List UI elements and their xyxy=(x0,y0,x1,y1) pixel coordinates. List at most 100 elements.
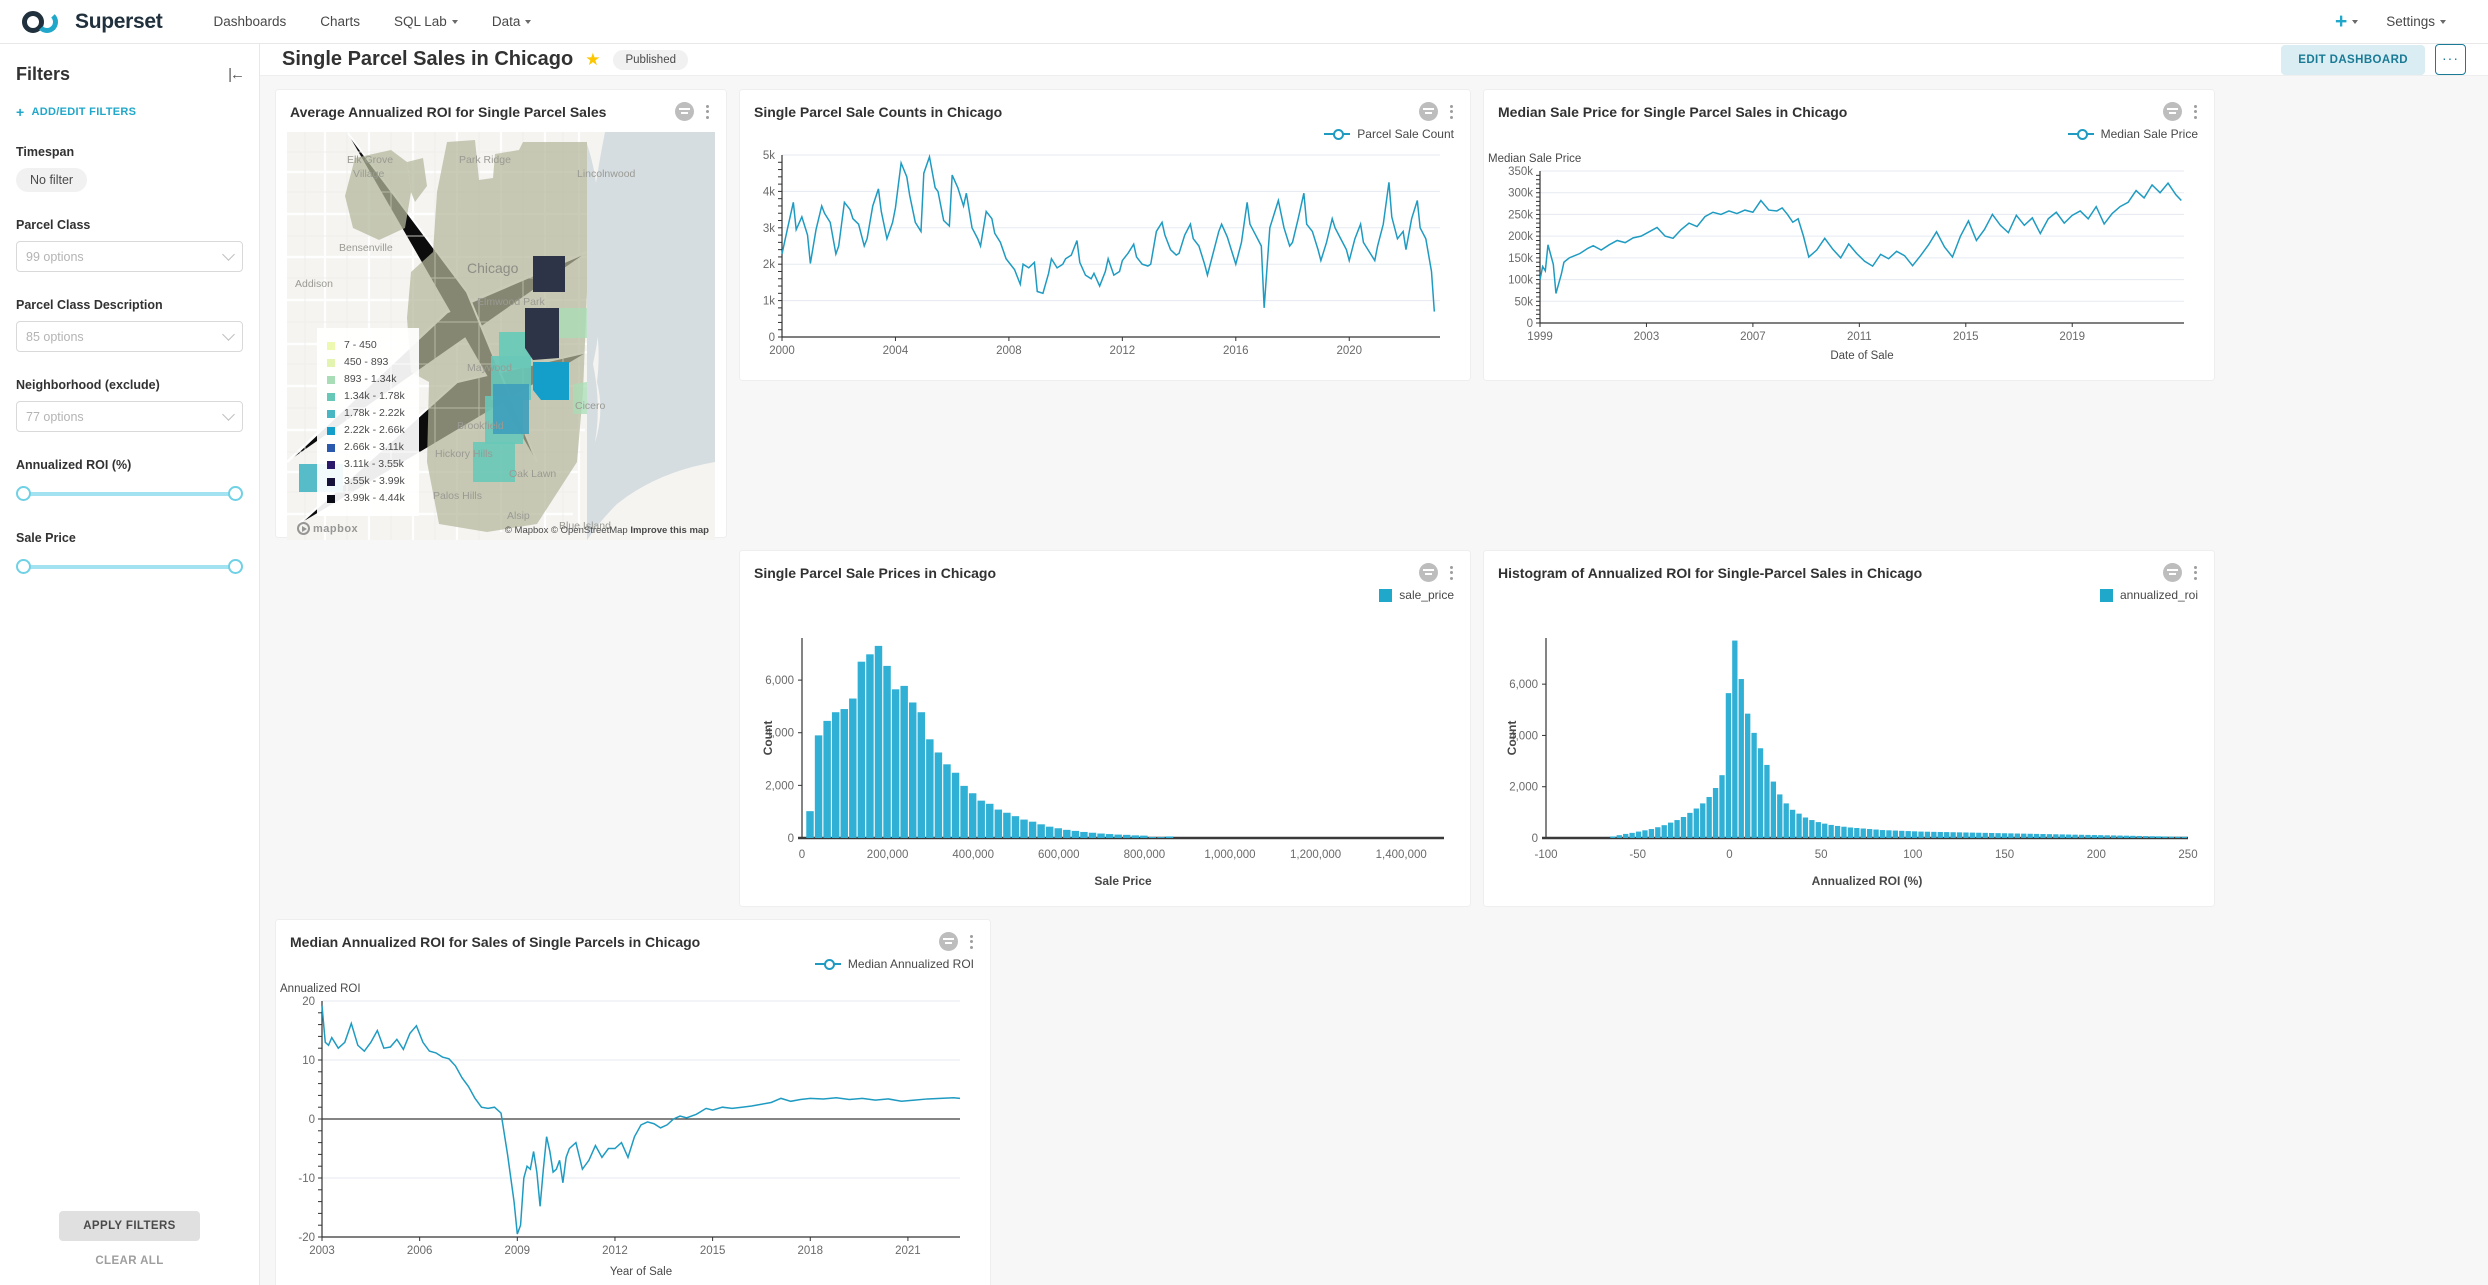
histogram-bar[interactable] xyxy=(2117,836,2122,838)
histogram-bar[interactable] xyxy=(883,666,890,838)
histogram-bar[interactable] xyxy=(900,686,907,838)
new-item-button[interactable]: + xyxy=(2331,11,2362,32)
histogram-bar[interactable] xyxy=(1668,823,1673,838)
histogram-bar[interactable] xyxy=(823,721,830,838)
histogram-bar[interactable] xyxy=(1931,832,1936,838)
sale-price-slider[interactable] xyxy=(16,554,243,578)
histogram-bar[interactable] xyxy=(849,699,856,838)
histogram-bar[interactable] xyxy=(1745,714,1750,838)
histogram-bar[interactable] xyxy=(815,735,822,838)
histogram-bar[interactable] xyxy=(952,773,959,838)
histogram-sale-prices[interactable]: 02,0004,0006,0000200,000400,000600,00080… xyxy=(740,602,1458,890)
histogram-bar[interactable] xyxy=(1944,832,1949,838)
histogram-bar[interactable] xyxy=(1072,831,1079,838)
histogram-bar[interactable] xyxy=(1822,824,1827,838)
histogram-bar[interactable] xyxy=(977,801,984,838)
slider-handle-min[interactable] xyxy=(16,486,31,501)
histogram-bar[interactable] xyxy=(1123,835,1130,838)
histogram-bar[interactable] xyxy=(2085,835,2090,838)
histogram-bar[interactable] xyxy=(1726,693,1731,838)
histogram-bar[interactable] xyxy=(1020,820,1027,838)
histogram-bar[interactable] xyxy=(841,709,848,838)
histogram-bar[interactable] xyxy=(1777,794,1782,838)
histogram-bar[interactable] xyxy=(1938,832,1943,838)
histogram-bar[interactable] xyxy=(1848,827,1853,838)
histogram-bar[interactable] xyxy=(1649,829,1654,838)
annualized-roi-slider[interactable] xyxy=(16,481,243,505)
chart-legend[interactable]: annualized_roi xyxy=(1484,582,2214,602)
histogram-bar[interactable] xyxy=(1906,831,1911,838)
histogram-bar[interactable] xyxy=(806,811,813,838)
histogram-bar[interactable] xyxy=(1995,833,2000,838)
histogram-bar[interactable] xyxy=(1055,828,1062,838)
histogram-bar[interactable] xyxy=(832,712,839,838)
histogram-bar[interactable] xyxy=(1114,835,1121,838)
mapbox-logo-icon[interactable]: mapbox xyxy=(297,522,358,535)
slider-handle-max[interactable] xyxy=(228,486,243,501)
histogram-bar[interactable] xyxy=(1003,813,1010,838)
histogram-bar[interactable] xyxy=(1758,748,1763,838)
chart-menu-icon[interactable] xyxy=(2191,564,2200,582)
histogram-bar[interactable] xyxy=(1828,825,1833,838)
histogram-bar[interactable] xyxy=(2060,834,2065,838)
slider-handle-max[interactable] xyxy=(228,559,243,574)
histogram-bar[interactable] xyxy=(1089,833,1096,838)
histogram-bar[interactable] xyxy=(1861,829,1866,838)
histogram-bar[interactable] xyxy=(918,712,925,838)
histogram-bar[interactable] xyxy=(1655,827,1660,838)
histogram-bar[interactable] xyxy=(1809,820,1814,838)
histogram-bar[interactable] xyxy=(1097,834,1104,838)
histogram-bar[interactable] xyxy=(858,662,865,838)
histogram-bar[interactable] xyxy=(866,654,873,838)
histogram-bar[interactable] xyxy=(2015,834,2020,838)
parcel-class-select[interactable]: 99 options xyxy=(16,241,243,272)
histogram-bar[interactable] xyxy=(1037,824,1044,838)
histogram-bar[interactable] xyxy=(1063,830,1070,838)
histogram-bar[interactable] xyxy=(2066,835,2071,838)
nav-item-dashboards[interactable]: Dashboards xyxy=(196,0,303,44)
chart-menu-icon[interactable] xyxy=(967,933,976,951)
histogram-bar[interactable] xyxy=(1012,816,1019,838)
chart-legend[interactable]: sale_price xyxy=(740,582,1470,602)
nav-item-data[interactable]: Data xyxy=(475,0,549,44)
chart-menu-icon[interactable] xyxy=(703,103,712,121)
histogram-bar[interactable] xyxy=(2021,834,2026,838)
histogram-bar[interactable] xyxy=(909,702,916,838)
histogram-bar[interactable] xyxy=(2162,836,2167,838)
improve-map-link[interactable]: Improve this map xyxy=(630,525,709,536)
histogram-bar[interactable] xyxy=(2047,834,2052,838)
histogram-bar[interactable] xyxy=(1912,831,1917,838)
histogram-bar[interactable] xyxy=(1886,830,1891,838)
histogram-bar[interactable] xyxy=(1132,835,1139,838)
more-options-button[interactable]: ··· xyxy=(2435,44,2466,75)
chart-legend[interactable]: Median Sale Price xyxy=(1484,121,2214,141)
filter-icon[interactable] xyxy=(2163,563,2182,582)
histogram-bar[interactable] xyxy=(1157,837,1164,838)
histogram-bar[interactable] xyxy=(1918,832,1923,838)
histogram-bar[interactable] xyxy=(943,764,950,838)
histogram-bar[interactable] xyxy=(1046,827,1053,838)
histogram-bar[interactable] xyxy=(2130,836,2135,838)
histogram-bar[interactable] xyxy=(1694,809,1699,838)
nav-item-charts[interactable]: Charts xyxy=(303,0,377,44)
histogram-bar[interactable] xyxy=(2137,836,2142,838)
histogram-bar[interactable] xyxy=(1662,825,1667,838)
histogram-annualized-roi[interactable]: 02,0004,0006,000-100-50050100150200250An… xyxy=(1484,602,2202,890)
histogram-bar[interactable] xyxy=(1970,833,1975,838)
histogram-bar[interactable] xyxy=(2105,835,2110,838)
choropleth-map[interactable]: Chicago Elk Grove Village Park Ridge Lin… xyxy=(287,132,715,540)
histogram-bar[interactable] xyxy=(1674,820,1679,838)
histogram-bar[interactable] xyxy=(1719,775,1724,838)
filter-icon[interactable] xyxy=(939,932,958,951)
histogram-bar[interactable] xyxy=(1140,836,1147,838)
histogram-bar[interactable] xyxy=(1617,835,1622,838)
histogram-bar[interactable] xyxy=(1739,679,1744,838)
histogram-bar[interactable] xyxy=(875,646,882,838)
settings-menu[interactable]: Settings xyxy=(2366,14,2460,29)
histogram-bar[interactable] xyxy=(1803,817,1808,838)
chart-menu-icon[interactable] xyxy=(2191,103,2200,121)
histogram-bar[interactable] xyxy=(1816,822,1821,838)
histogram-bar[interactable] xyxy=(1751,733,1756,838)
clear-all-button[interactable]: CLEAR ALL xyxy=(0,1255,259,1267)
line-chart-median-roi[interactable]: Annualized ROI-20-1001020200320062009201… xyxy=(276,971,978,1279)
